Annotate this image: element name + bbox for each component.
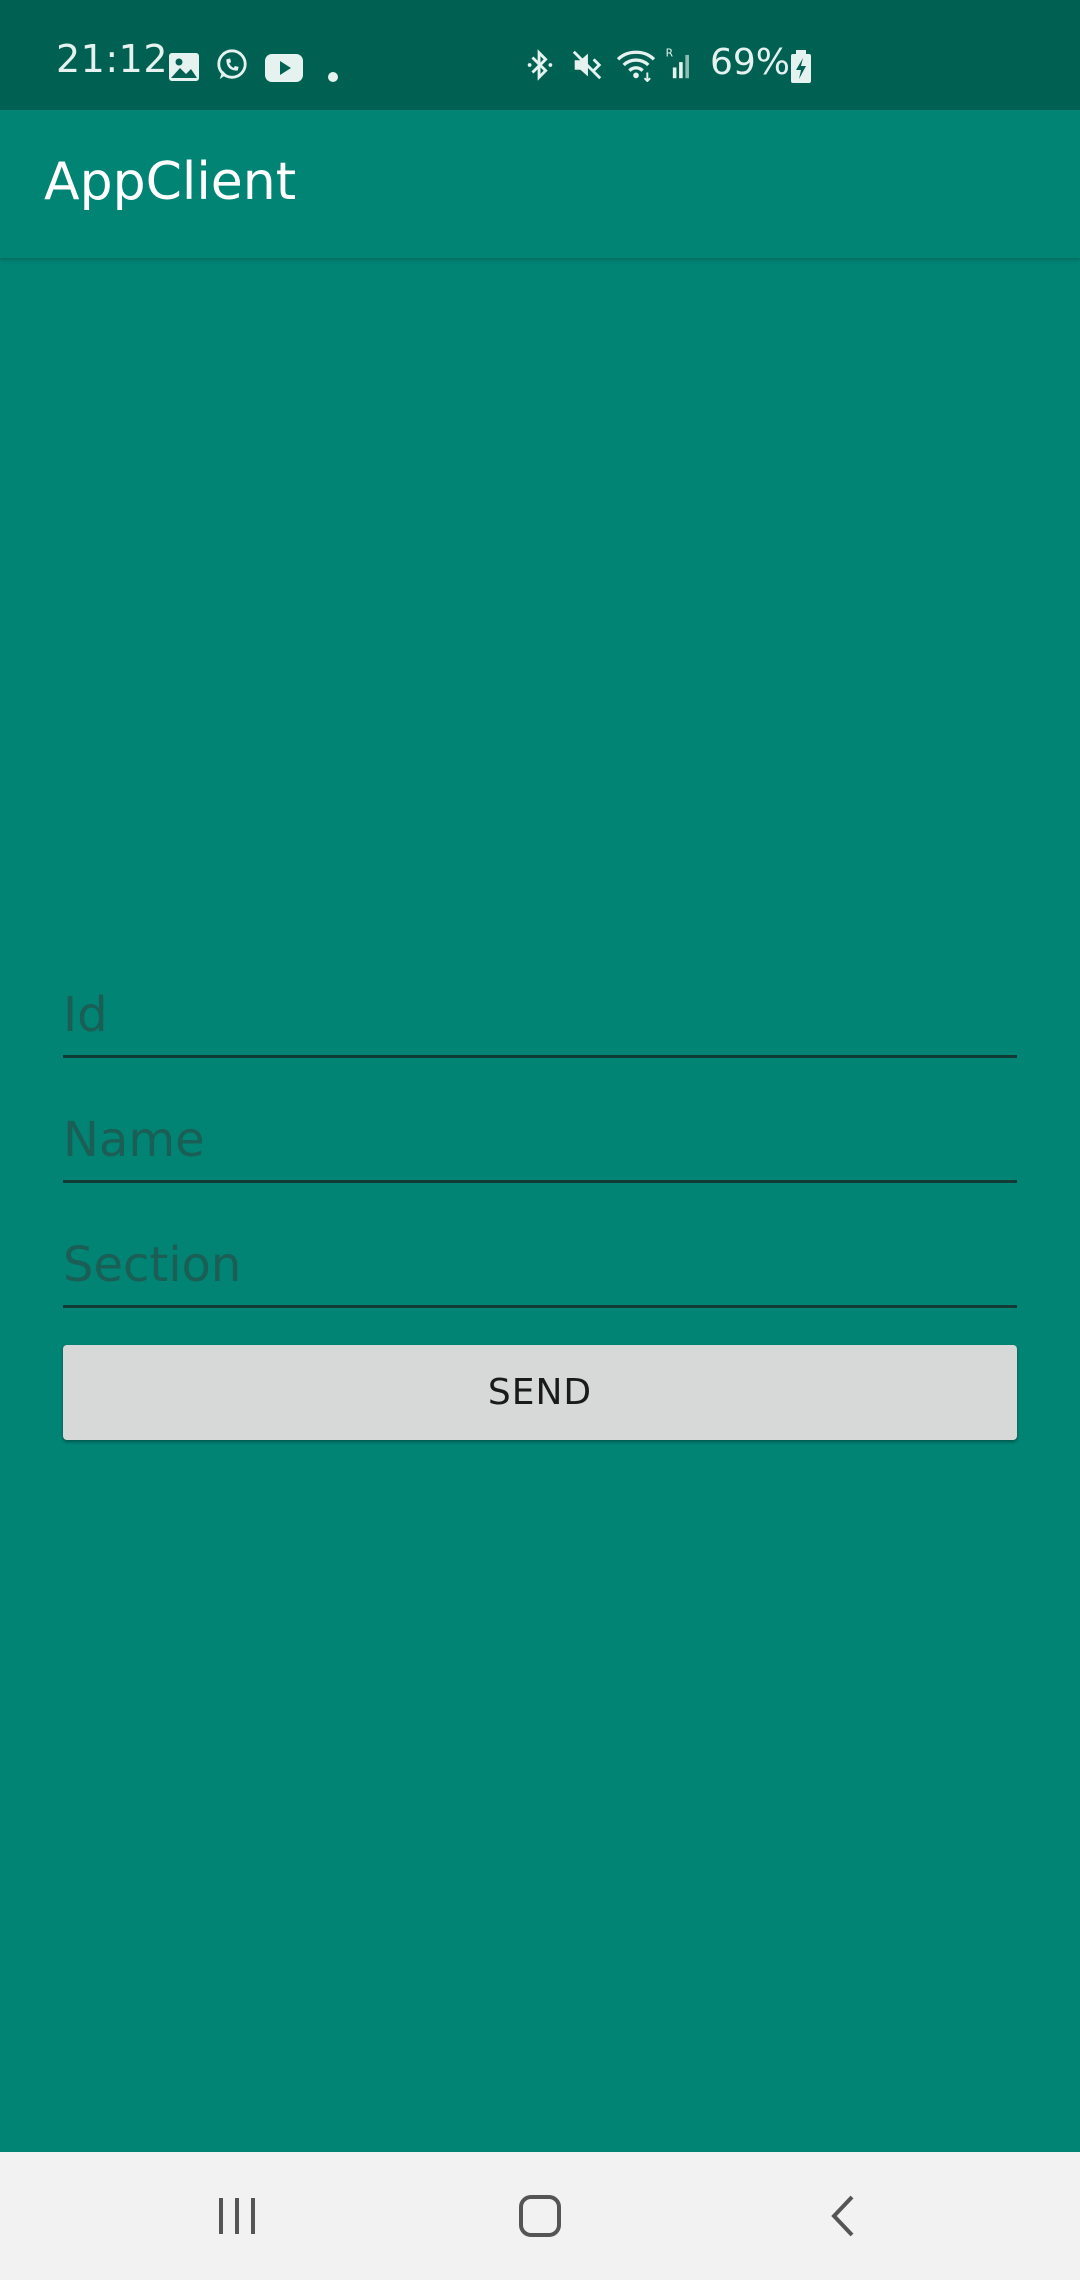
wifi-icon [616, 50, 656, 82]
send-button[interactable]: SEND [63, 1345, 1017, 1440]
nav-bar [0, 2152, 1080, 2280]
home-icon [519, 2195, 561, 2237]
whatsapp-icon [217, 49, 247, 80]
recents-button[interactable] [137, 2152, 337, 2280]
section-field-container [63, 1224, 1017, 1310]
svg-text:R: R [666, 47, 674, 60]
id-field-container [63, 974, 1017, 1060]
section-input[interactable] [63, 1224, 1017, 1308]
id-input[interactable] [63, 974, 1017, 1058]
signal-icon: R [666, 47, 689, 79]
back-icon [831, 2195, 854, 2237]
send-button-label: SEND [487, 1372, 593, 1413]
youtube-icon [265, 54, 303, 82]
battery-charging-icon [791, 50, 811, 83]
status-time: 21:12 [56, 37, 169, 81]
back-button[interactable] [743, 2152, 943, 2280]
dot-icon [328, 72, 338, 82]
recents-icon [219, 2198, 255, 2234]
app-title: AppClient [44, 152, 297, 212]
home-button[interactable] [440, 2152, 640, 2280]
status-bar: 21:12 R 69% [0, 0, 1080, 110]
name-input[interactable] [63, 1099, 1017, 1183]
app-bar: AppClient [0, 110, 1080, 259]
battery-percentage: 69% [710, 42, 791, 83]
mute-icon [572, 50, 602, 80]
bluetooth-icon [527, 49, 553, 81]
image-icon [169, 53, 199, 81]
name-field-container [63, 1099, 1017, 1185]
